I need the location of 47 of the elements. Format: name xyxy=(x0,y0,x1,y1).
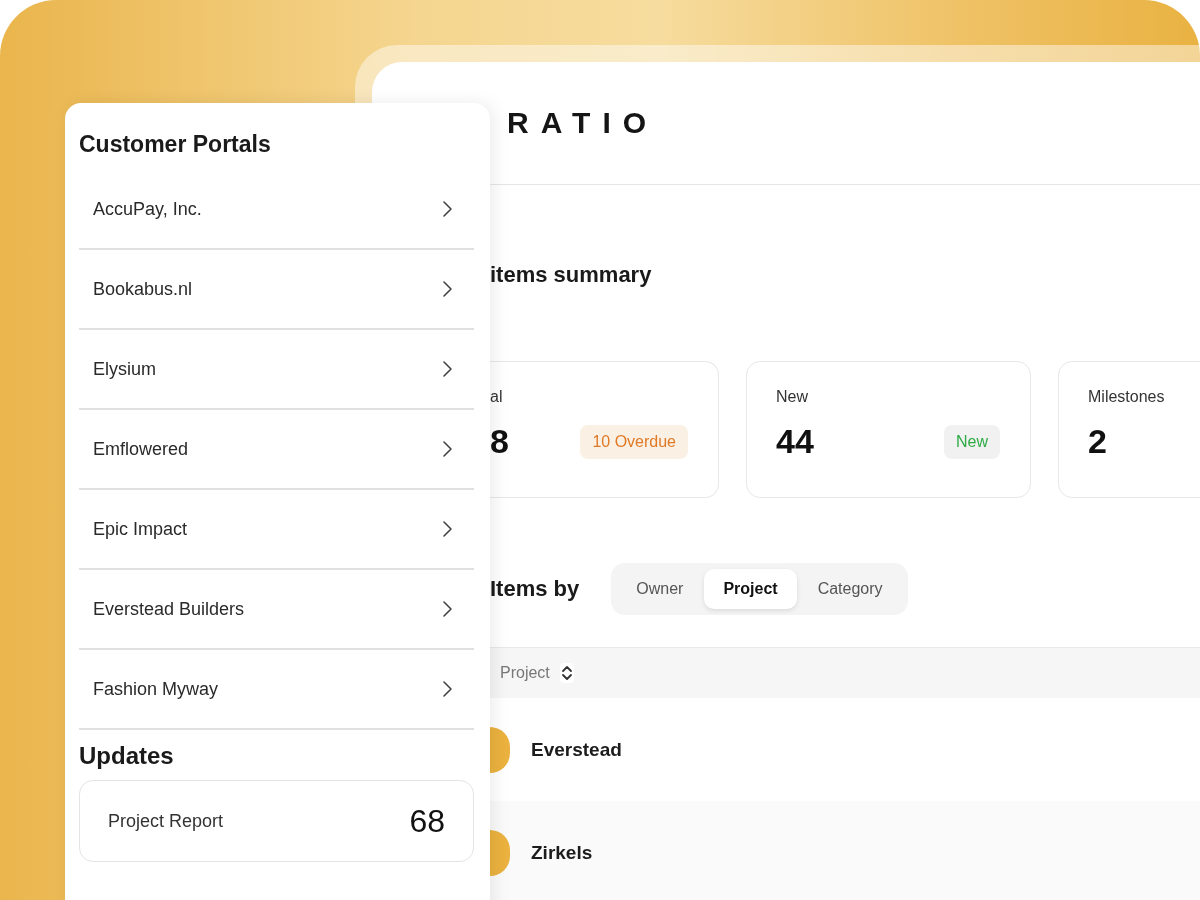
update-count: 68 xyxy=(409,802,445,840)
chevron-right-icon xyxy=(442,279,454,299)
chevron-right-icon xyxy=(442,679,454,699)
segment-tab[interactable]: Owner xyxy=(617,569,703,609)
project-name: Everstead xyxy=(531,738,622,761)
stat-label: al xyxy=(490,388,503,406)
logo: RATIO xyxy=(507,106,659,140)
portal-item[interactable]: Elysium xyxy=(79,330,474,410)
update-label: Project Report xyxy=(108,810,224,832)
portal-name: Epic Impact xyxy=(93,518,188,540)
portal-name: Everstead Builders xyxy=(93,598,245,620)
portal-item[interactable]: AccuPay, Inc. xyxy=(79,170,474,250)
avatar xyxy=(490,726,510,773)
stat-value: 2 xyxy=(1088,422,1107,461)
portal-item[interactable]: Bookabus.nl xyxy=(79,250,474,330)
portal-name: AccuPay, Inc. xyxy=(93,198,202,220)
chevron-right-icon xyxy=(442,199,454,219)
sidebar-title: Customer Portals xyxy=(79,131,272,158)
portal-item[interactable]: Epic Impact xyxy=(79,490,474,570)
avatar xyxy=(490,829,510,876)
chevron-right-icon xyxy=(442,519,454,539)
portal-name: Elysium xyxy=(93,358,156,380)
project-name: Zirkels xyxy=(531,841,593,864)
portal-item[interactable]: Everstead Builders xyxy=(79,570,474,650)
section-title: items summary xyxy=(490,262,653,288)
status-badge: 10 Overdue xyxy=(580,424,688,459)
segment-tab[interactable]: Category xyxy=(798,569,902,609)
portal-name: Bookabus.nl xyxy=(93,278,193,300)
stat-label: Milestones xyxy=(1088,388,1165,406)
sidebar-title: Updates xyxy=(79,742,175,770)
segment-tab[interactable]: Project xyxy=(704,569,797,609)
table-row[interactable]: Zirkels xyxy=(490,801,1200,900)
section-title: Items by xyxy=(490,576,580,602)
portal-item[interactable]: Emflowered xyxy=(79,410,474,490)
portal-item[interactable]: Fashion Myway xyxy=(79,650,474,730)
chevron-right-icon xyxy=(442,599,454,619)
status-badge: New xyxy=(944,424,1000,459)
portal-name: Fashion Myway xyxy=(93,678,219,700)
sort-icon[interactable] xyxy=(559,663,574,683)
stat-value: 44 xyxy=(776,422,814,461)
chevron-right-icon xyxy=(442,439,454,459)
stat-value: 8 xyxy=(490,422,509,461)
portal-name: Emflowered xyxy=(93,438,189,460)
update-card[interactable]: Project Report 68 xyxy=(79,780,474,862)
column-header[interactable]: Project xyxy=(500,664,550,682)
chevron-right-icon xyxy=(442,359,454,379)
stat-label: New xyxy=(776,388,808,406)
